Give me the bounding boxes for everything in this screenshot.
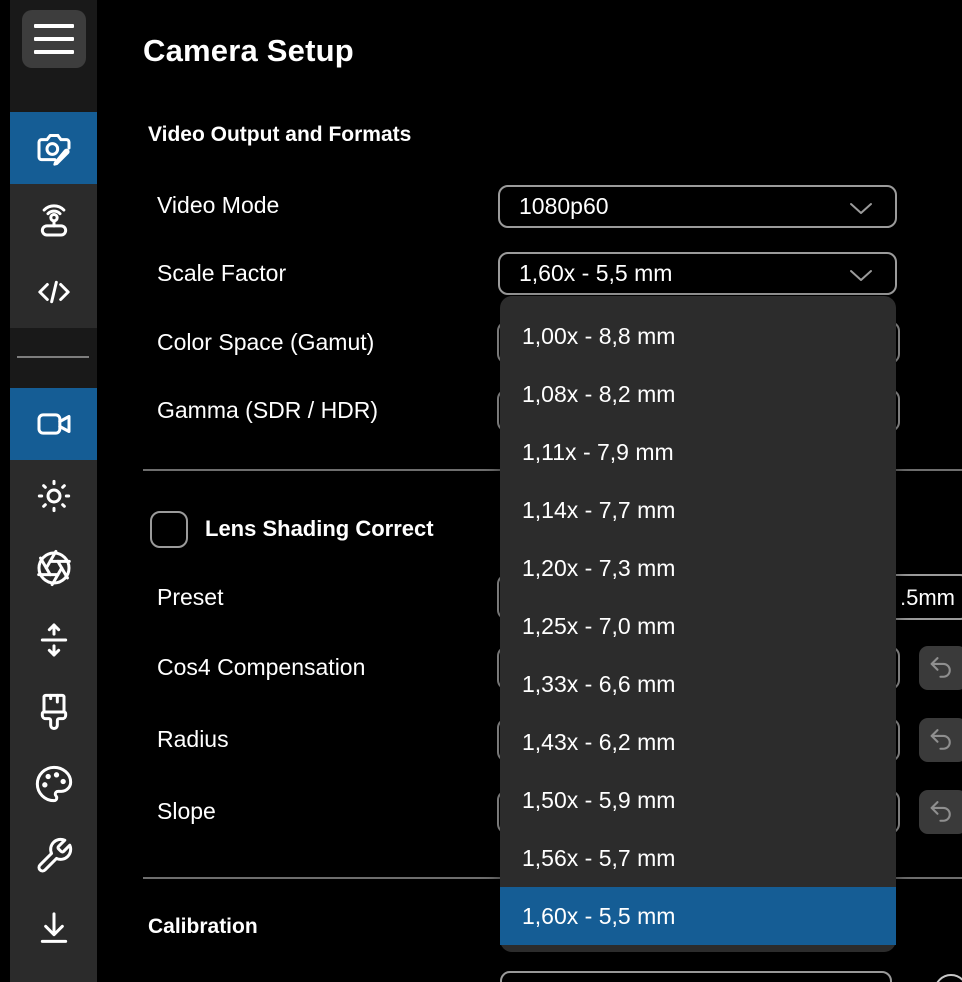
sidebar-item-download[interactable] xyxy=(10,892,97,964)
preset-partial-value: .5mm xyxy=(900,585,955,611)
code-icon xyxy=(34,272,74,312)
video-mode-select[interactable]: 1080p60 xyxy=(498,185,897,228)
color-space-label: Color Space (Gamut) xyxy=(157,329,374,356)
dropdown-option[interactable]: 1,60x - 5,5 mm xyxy=(500,887,896,945)
sidebar-divider xyxy=(17,356,89,358)
radius-undo-button[interactable] xyxy=(919,718,962,762)
video-camera-icon xyxy=(34,404,74,444)
undo-icon xyxy=(927,654,955,682)
sidebar-item-aperture[interactable] xyxy=(10,532,97,604)
scale-factor-value: 1,60x - 5,5 mm xyxy=(519,260,672,287)
radius-label: Radius xyxy=(157,726,229,753)
video-mode-value: 1080p60 xyxy=(519,193,609,220)
page-title: Camera Setup xyxy=(143,33,354,69)
scale-factor-select[interactable]: 1,60x - 5,5 mm xyxy=(498,252,897,295)
download-icon xyxy=(34,908,74,948)
vertical-resize-icon xyxy=(34,620,74,660)
sidebar-item-color[interactable] xyxy=(10,748,97,820)
sidebar-item-api[interactable] xyxy=(10,256,97,328)
section-video-output-title: Video Output and Formats xyxy=(148,123,411,147)
sidebar-item-camera-setup[interactable] xyxy=(10,112,97,184)
dropdown-option[interactable]: 1,50x - 5,9 mm xyxy=(500,771,896,829)
dropdown-option[interactable]: 1,11x - 7,9 mm xyxy=(500,423,896,481)
chevron-down-icon xyxy=(849,202,873,215)
palette-icon xyxy=(34,764,74,804)
section-calibration-title: Calibration xyxy=(148,915,258,939)
cos4-label: Cos4 Compensation xyxy=(157,654,365,681)
sidebar-item-brightness[interactable] xyxy=(10,460,97,532)
aperture-icon xyxy=(34,548,74,588)
scale-factor-label: Scale Factor xyxy=(157,260,286,287)
sidebar-group-cameras xyxy=(10,112,97,328)
hamburger-icon xyxy=(34,24,74,28)
dropdown-option[interactable]: 1,20x - 7,3 mm xyxy=(500,539,896,597)
sidebar-item-shutter[interactable] xyxy=(10,604,97,676)
lens-shading-checkbox[interactable] xyxy=(150,511,188,548)
calibration-circle-button[interactable] xyxy=(934,974,962,982)
dropdown-options-list: 1,00x - 8,8 mm1,08x - 8,2 mm1,11x - 7,9 … xyxy=(500,307,896,945)
dropdown-option[interactable]: 1,08x - 8,2 mm xyxy=(500,365,896,423)
dropdown-option[interactable]: 1,14x - 7,7 mm xyxy=(500,481,896,539)
calibration-select[interactable] xyxy=(500,971,892,982)
dropdown-option[interactable]: 1,33x - 6,6 mm xyxy=(500,655,896,713)
dropdown-option[interactable]: 1,56x - 5,7 mm xyxy=(500,829,896,887)
sidebar-item-paint[interactable] xyxy=(10,676,97,748)
slope-label: Slope xyxy=(157,798,216,825)
undo-icon xyxy=(927,798,955,826)
sidebar-item-streaming[interactable] xyxy=(10,184,97,256)
brightness-icon xyxy=(34,476,74,516)
wrench-icon xyxy=(34,836,74,876)
video-mode-label: Video Mode xyxy=(157,192,279,219)
slope-undo-button[interactable] xyxy=(919,790,962,834)
webcam-icon xyxy=(34,200,74,240)
sidebar xyxy=(10,0,97,982)
camera-edit-icon xyxy=(34,128,74,168)
lens-shading-label: Lens Shading Correct xyxy=(205,516,499,542)
sidebar-item-tools[interactable] xyxy=(10,820,97,892)
preset-label: Preset xyxy=(157,584,223,611)
sidebar-item-video[interactable] xyxy=(10,388,97,460)
undo-icon xyxy=(927,726,955,754)
paintbrush-icon xyxy=(34,692,74,732)
dropdown-option[interactable]: 1,25x - 7,0 mm xyxy=(500,597,896,655)
dropdown-option[interactable]: 1,00x - 8,8 mm xyxy=(500,307,896,365)
gamma-label: Gamma (SDR / HDR) xyxy=(157,397,378,424)
sidebar-group-image xyxy=(10,388,97,982)
scale-factor-dropdown: 1,00x - 8,8 mm1,08x - 8,2 mm1,11x - 7,9 … xyxy=(500,296,896,952)
cos4-undo-button[interactable] xyxy=(919,646,962,690)
dropdown-option[interactable]: 1,43x - 6,2 mm xyxy=(500,713,896,771)
menu-button[interactable] xyxy=(22,10,86,68)
chevron-down-icon xyxy=(849,269,873,282)
